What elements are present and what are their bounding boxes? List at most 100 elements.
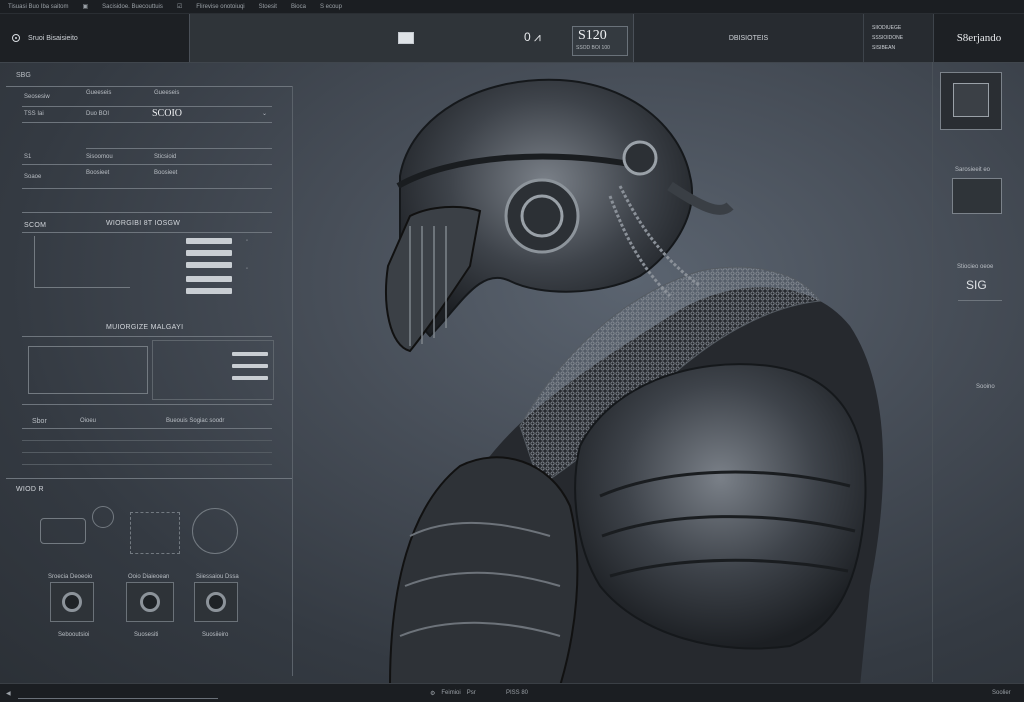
lens-icon [206, 592, 226, 612]
preview-caption: Stiocieo oeoe [957, 264, 994, 270]
divider [958, 300, 1002, 301]
toolbar-small-label[interactable]: SIIODIUEGE [872, 25, 901, 31]
toolbar-small-label[interactable]: SSSIOIDONE [872, 35, 903, 41]
field-value: Gueeseis [154, 90, 180, 96]
top-strip-item[interactable]: Sacisidoe. Buecouttuis [102, 4, 163, 10]
section-label: SCOM [24, 222, 47, 229]
field-value[interactable]: Duo BOI [86, 111, 109, 117]
slider-bar[interactable] [186, 250, 232, 256]
top-strip-item[interactable]: Flirevise onotoiuqi [196, 4, 244, 10]
field-label: S1 [24, 154, 32, 160]
left-panel: SBG Seosesiw Gueeseis Gueeseis TSS Iai D… [6, 66, 294, 681]
field-label: Seosesiw [24, 94, 50, 100]
settings-icon[interactable]: ⚙ [430, 690, 435, 697]
top-strip-item[interactable]: Stoesit [259, 4, 277, 10]
field-label: TSS Iai [24, 111, 44, 117]
lens-icon [62, 592, 82, 612]
toolbar-left-label: Sruoi Bisaisieito [28, 34, 78, 42]
check-icon[interactable]: ☑ [177, 3, 182, 10]
bottom-mid-right: PISS 80 [506, 690, 529, 696]
control-group [152, 340, 274, 400]
thumb-caption: Suosesiti [134, 632, 159, 638]
divider [22, 122, 272, 123]
brand-label: S8erjando [934, 14, 1024, 62]
slider-bar[interactable] [186, 288, 232, 294]
divider [22, 232, 272, 233]
readout-value: S120 [578, 28, 607, 43]
divider [86, 148, 272, 149]
section-label: Oioeu [80, 418, 97, 424]
divider [22, 212, 272, 213]
top-strip-item[interactable]: Bioca [291, 4, 306, 10]
right-panel-border [932, 62, 933, 682]
divider [22, 452, 272, 453]
value-label: ◦ [246, 238, 249, 244]
field-value: Gueeseis [86, 90, 112, 96]
preview-label: SIG [966, 278, 987, 292]
top-strip-item[interactable]: S ecoup [320, 4, 342, 10]
bottom-right[interactable]: Soolier [992, 684, 1011, 702]
boat-sketch-icon[interactable] [40, 518, 86, 544]
lens-thumbnail[interactable] [194, 582, 238, 622]
slider-bar[interactable] [186, 276, 232, 282]
lens-thumbnail[interactable] [50, 582, 94, 622]
field-value[interactable]: Boosieet [154, 170, 177, 176]
preview-thumbnail[interactable] [952, 178, 1002, 214]
top-strip-item[interactable]: Tisuasi Buo Iba saitom [8, 4, 68, 10]
top-strip: Tisuasi Buo Iba saitom ▣ Sacisidoe. Buec… [0, 0, 1024, 14]
field-value[interactable]: Boosieet [86, 170, 109, 176]
slider-bar[interactable] [232, 376, 268, 380]
divider [22, 440, 272, 441]
slider-bar[interactable] [186, 262, 232, 268]
readout-sub: SSOD BOI 100 [576, 45, 610, 51]
bottom-mid-value: Feimioi [441, 690, 461, 696]
toolbar-left: Sruoi Bisaisieito [0, 14, 190, 62]
section-title: WIOD R [16, 486, 44, 493]
divider [6, 478, 292, 479]
toolbar-right-label[interactable]: DBISIOTEIS [634, 14, 864, 62]
control-group [34, 236, 130, 288]
preview-shape [953, 83, 989, 117]
slider-bar[interactable] [186, 238, 232, 244]
section-title: MUIORGIZE MALGAYI [106, 324, 184, 331]
panel-border [292, 86, 293, 676]
bottom-left-icon[interactable]: ◀ [6, 684, 11, 702]
preview-thumbnail[interactable] [940, 72, 1002, 130]
field-label: Soaoe [24, 174, 42, 180]
cube-sketch-icon[interactable] [130, 512, 180, 554]
preview-caption: Sooino [976, 384, 995, 390]
divider [22, 106, 272, 107]
divider [22, 188, 272, 189]
section-title: WIORGIBI 8T IOSGW [106, 220, 181, 227]
divider [22, 464, 272, 465]
radio-icon[interactable] [12, 34, 20, 42]
sphere-sketch-icon[interactable] [192, 508, 238, 554]
field-value[interactable]: Sticsioid [154, 154, 176, 160]
divider [22, 428, 272, 429]
camera-sketch-icon[interactable] [92, 506, 114, 528]
field-value-large[interactable]: SCOIO [152, 108, 182, 119]
dial-icon[interactable]: 0 ⩘ [524, 30, 541, 45]
control-group [28, 346, 148, 394]
toolbar-right-stack: SIIODIUEGE SSSIOIDONE SISIBEAN [864, 14, 934, 62]
field-value[interactable]: Sisoomou [86, 154, 113, 160]
value-label: ◦ [246, 266, 249, 272]
divider [22, 404, 272, 405]
thumb-caption: Sebooutsioi [58, 632, 90, 638]
bottom-mid-label: Psr [466, 690, 476, 696]
lens-thumbnail[interactable] [126, 582, 174, 622]
chevron-down-icon[interactable]: ⌄ [262, 110, 267, 117]
main-toolbar: Sruoi Bisaisieito 0 ⩘ S120 SSOD BOI 100 … [0, 14, 1024, 63]
divider [6, 86, 292, 87]
grid-icon[interactable]: ▣ [82, 3, 88, 10]
bottom-mid: ⚙ Feimioi Psr [430, 684, 476, 702]
slider-bar[interactable] [232, 364, 268, 368]
toolbar-small-label[interactable]: SISIBEAN [872, 45, 895, 51]
bottom-scrollbar[interactable] [18, 688, 218, 699]
divider [22, 164, 272, 165]
slider-bar[interactable] [232, 352, 268, 356]
section-title: Bueouis Sogiac soodr [166, 418, 225, 424]
thumb-label: Ooio Diaieoean [128, 574, 170, 580]
lens-icon [140, 592, 160, 612]
toggle-button[interactable] [398, 32, 414, 44]
